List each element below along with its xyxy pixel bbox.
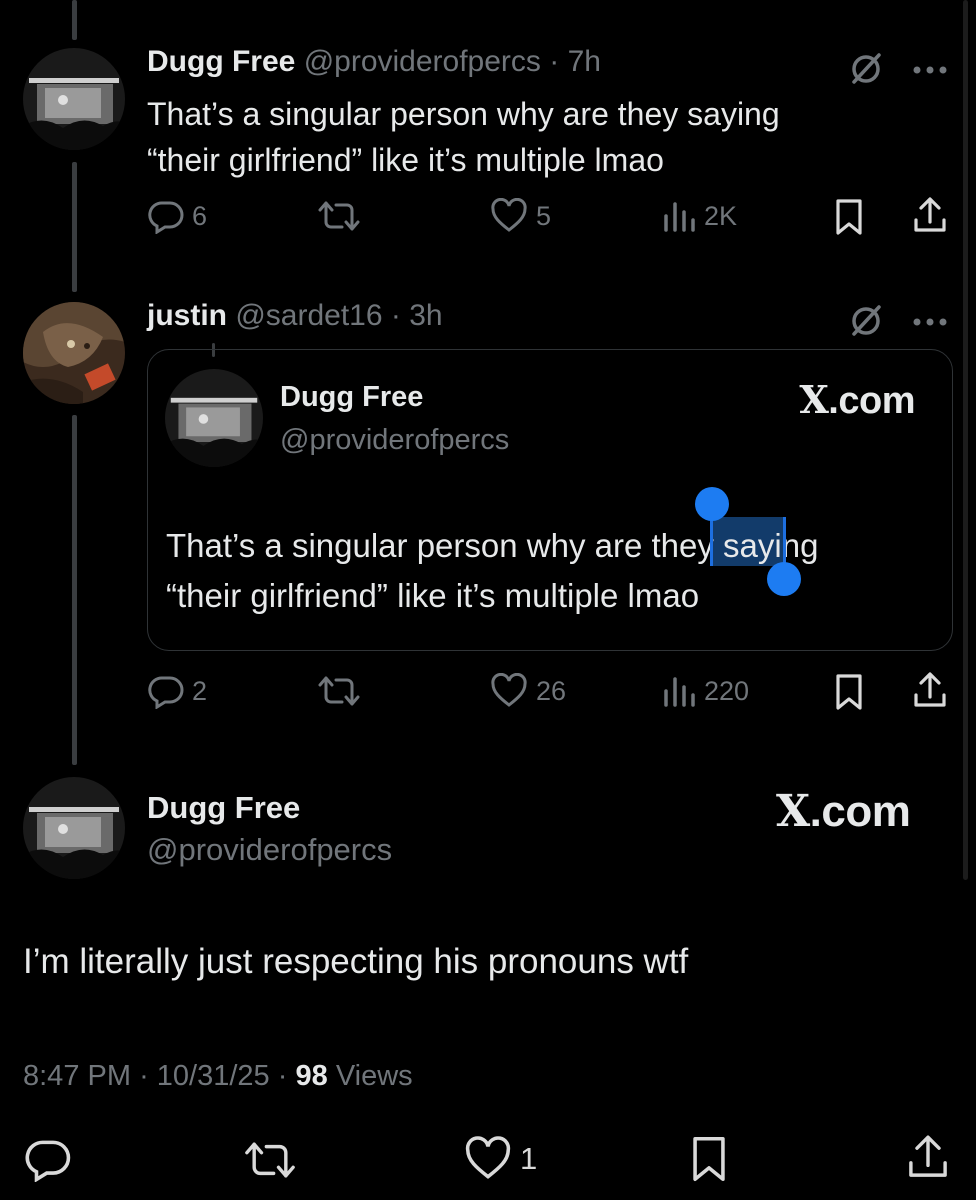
- like-button[interactable]: 5: [490, 198, 551, 234]
- bookmark-button[interactable]: [690, 1134, 728, 1184]
- selection-end-handle[interactable]: [767, 562, 801, 596]
- scroll-indicator[interactable]: [963, 0, 968, 880]
- author-name[interactable]: Dugg Free: [147, 45, 295, 78]
- quote-text-before: That’s a singular person why are: [166, 527, 652, 564]
- thread-line-top: [72, 0, 77, 40]
- views-count[interactable]: 98: [295, 1060, 327, 1092]
- quote-text-line: That’s a singular person why are they sa…: [166, 521, 818, 571]
- x-logo-letter: X: [776, 786, 810, 837]
- post-time[interactable]: 7h: [568, 45, 601, 78]
- reply-button[interactable]: [25, 1136, 71, 1182]
- like-count: 5: [536, 200, 552, 231]
- quote-avatar: [165, 369, 263, 467]
- bookmark-button[interactable]: [834, 198, 864, 236]
- more-icon[interactable]: [912, 62, 948, 80]
- reply-button[interactable]: 6: [148, 198, 207, 234]
- avatar-dugg-free[interactable]: [23, 48, 125, 150]
- post-text-line: “their girlfriend” like it’s multiple lm…: [147, 142, 664, 178]
- grok-icon[interactable]: [848, 50, 884, 91]
- separator: ·: [139, 1060, 149, 1092]
- quote-text-selected[interactable]: they: [651, 527, 713, 564]
- like-button[interactable]: 1: [464, 1136, 537, 1182]
- more-icon[interactable]: [912, 314, 948, 332]
- like-button[interactable]: 26: [490, 673, 566, 709]
- reply2-header: justin @sardet16 · 3h: [147, 299, 443, 333]
- main-post-text: I’m literally just respecting his pronou…: [23, 942, 689, 981]
- view-count: 2K: [704, 200, 738, 231]
- avatar-dugg-free[interactable]: [23, 777, 125, 879]
- repost-button[interactable]: [316, 198, 362, 234]
- thread-line-2: [72, 415, 77, 765]
- repost-button[interactable]: [242, 1138, 298, 1182]
- post-text: That’s a singular person why are they sa…: [147, 91, 780, 183]
- post-time[interactable]: 8:47 PM: [23, 1060, 131, 1092]
- post-time[interactable]: 3h: [409, 299, 442, 332]
- x-logo-domain: .com: [828, 380, 915, 422]
- view-count: 220: [704, 675, 750, 706]
- thread-line-1: [72, 162, 77, 292]
- x-logo-domain: .com: [809, 787, 911, 836]
- avatar-justin[interactable]: [23, 302, 125, 404]
- views-label: Views: [335, 1060, 413, 1092]
- quote-text-line: “their girlfriend” like it’s multiple lm…: [166, 577, 700, 614]
- repost-button[interactable]: [316, 673, 362, 709]
- quote-text[interactable]: That’s a singular person why are they sa…: [166, 521, 818, 621]
- author-handle[interactable]: @providerofpercs: [304, 45, 541, 78]
- views-button[interactable]: 220: [662, 673, 749, 709]
- reply-count: 6: [192, 200, 208, 231]
- separator: ·: [390, 299, 401, 332]
- post-text-line: That’s a singular person why are they sa…: [147, 96, 780, 132]
- quote-author-name: Dugg Free: [280, 381, 424, 413]
- reply1-header: Dugg Free @providerofpercs · 7h: [147, 45, 601, 79]
- post-date[interactable]: 10/31/25: [157, 1060, 270, 1092]
- xcom-logo: X.com: [799, 377, 915, 423]
- reply-button[interactable]: 2: [148, 673, 207, 709]
- x-logo-letter: X: [799, 377, 829, 422]
- main-author-handle[interactable]: @providerofpercs: [147, 832, 392, 868]
- main-author-name[interactable]: Dugg Free: [147, 790, 300, 826]
- post-meta: 8:47 PM · 10/31/25 · 98 Views: [23, 1060, 413, 1093]
- quote-author-handle: @providerofpercs: [280, 424, 510, 456]
- grok-icon[interactable]: [848, 302, 884, 343]
- reply-count: 2: [192, 675, 208, 706]
- separator: ·: [277, 1060, 288, 1092]
- share-button[interactable]: [912, 196, 948, 236]
- like-count: 26: [536, 675, 567, 706]
- xcom-logo: X.com: [776, 786, 911, 837]
- views-button[interactable]: 2K: [662, 198, 737, 234]
- like-count: 1: [520, 1141, 538, 1176]
- bookmark-button[interactable]: [834, 673, 864, 711]
- share-button[interactable]: [906, 1133, 950, 1183]
- separator: ·: [549, 45, 560, 78]
- share-button[interactable]: [912, 671, 948, 711]
- author-name[interactable]: justin: [147, 299, 227, 332]
- author-handle[interactable]: @sardet16: [235, 299, 382, 332]
- selection-start-handle[interactable]: [695, 487, 729, 521]
- quote-text-after: saying: [713, 527, 819, 564]
